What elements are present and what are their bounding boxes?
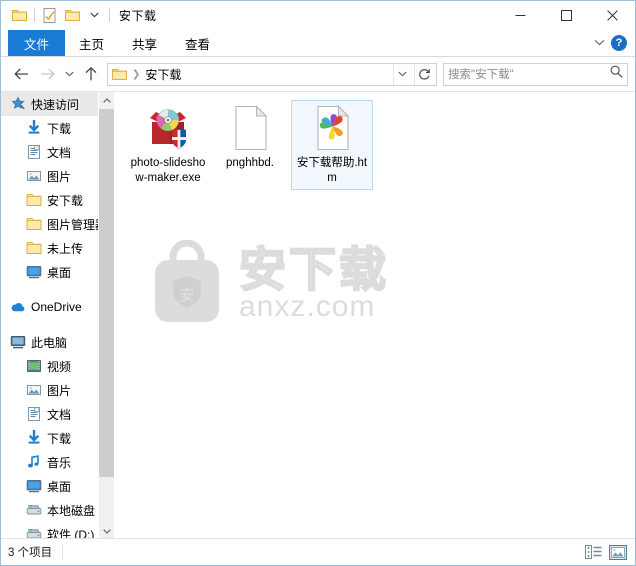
breadcrumb-current[interactable]: 安下载	[145, 66, 181, 83]
desktop-icon	[26, 478, 42, 494]
sidebar-item-label: 下载	[47, 121, 72, 136]
breadcrumb-separator[interactable]: ❯	[132, 69, 140, 80]
watermark-brand-cn: 安下载	[238, 243, 389, 296]
download-icon	[26, 120, 42, 136]
sidebar-item-label: 安下载	[47, 193, 84, 208]
up-button[interactable]	[78, 61, 104, 87]
chevron-up-icon[interactable]	[99, 92, 114, 108]
back-button[interactable]	[8, 61, 34, 87]
desktop-icon	[26, 264, 42, 280]
status-divider	[62, 544, 64, 559]
explorer-body: 快速访问 下载 文档 图片 安下载 图片管理器 未上传 桌面 OneDrive 此电脑 视频 图片 文档…	[1, 91, 635, 538]
file-list-pane[interactable]: photo-slideshow-maker.exe pnghhbd. 安下载帮助.h…	[115, 92, 635, 538]
title-bar: 安下载	[1, 1, 635, 29]
quick-access-toolbar	[8, 1, 114, 29]
search-placeholder: 搜索"安下载"	[448, 69, 514, 81]
help-icon[interactable]: ?	[611, 35, 627, 51]
watermark-text-block: 安下载 anxz.com	[238, 243, 389, 323]
sidebar-item-label: 桌面	[47, 265, 72, 280]
tab-view[interactable]: 查看	[171, 30, 224, 56]
folder-icon	[26, 192, 42, 208]
details-view-icon[interactable]	[584, 543, 602, 561]
chevron-down-icon[interactable]	[594, 37, 605, 49]
address-bar: ❯ 安下载 搜索"安下载"	[1, 57, 635, 91]
item-count-label: 3 个项目	[8, 546, 53, 559]
pictures-icon	[26, 382, 42, 398]
search-input[interactable]: 搜索"安下载"	[443, 62, 628, 86]
search-icon[interactable]	[610, 65, 623, 83]
sidebar-item-label: 快速访问	[31, 97, 80, 112]
forward-button[interactable]	[34, 61, 60, 87]
sidebar-item-label: 音乐	[47, 455, 72, 470]
sidebar-item-label: 文档	[47, 407, 72, 422]
window-title: 安下载	[119, 8, 157, 23]
tab-share[interactable]: 共享	[118, 30, 171, 56]
ribbon-tab-strip: 文件 主页 共享 查看 ?	[1, 29, 635, 57]
view-mode-buttons	[584, 539, 627, 565]
sidebar-item-label: 下载	[47, 431, 72, 446]
pictures-icon	[26, 168, 42, 184]
file-item-label: photo-slideshow-maker.exe	[130, 157, 206, 184]
file-items: photo-slideshow-maker.exe pnghhbd. 安下载帮助.h…	[115, 92, 635, 190]
download-icon	[26, 430, 42, 446]
window-controls	[497, 1, 635, 29]
document-icon	[26, 406, 42, 422]
folder-icon[interactable]	[8, 4, 30, 26]
large-icons-view-icon[interactable]	[609, 543, 627, 561]
close-button[interactable]	[589, 1, 635, 29]
new-folder-icon[interactable]	[61, 4, 83, 26]
folder-icon	[26, 216, 42, 232]
status-bar: 3 个项目	[1, 538, 635, 564]
html-pinwheel-icon	[308, 104, 356, 152]
this-pc-icon	[10, 334, 26, 350]
blank-document-icon	[226, 104, 274, 152]
sidebar-item-label: 此电脑	[31, 335, 68, 350]
scrollbar-thumb[interactable]	[99, 109, 114, 477]
maximize-button[interactable]	[543, 1, 589, 29]
sidebar-item-label: OneDrive	[31, 300, 82, 314]
sidebar-item-label: 图片	[47, 169, 72, 184]
drive-icon	[26, 526, 42, 538]
toolbar-divider	[34, 8, 35, 22]
toolbar-divider-2	[109, 8, 110, 22]
star-pin-icon	[10, 96, 26, 112]
sidebar-item-label: 图片	[47, 383, 72, 398]
file-item-label: pnghhbd.	[226, 157, 274, 169]
file-item-label: 安下载帮助.htm	[296, 157, 368, 184]
address-dropdown-icon[interactable]	[393, 63, 411, 85]
chevron-down-icon[interactable]	[99, 523, 114, 538]
breadcrumb-folder-icon[interactable]	[112, 68, 127, 81]
sidebar-item-label: 视频	[47, 359, 72, 374]
sidebar-item-label: 软件 (D:)	[47, 527, 95, 539]
chevron-down-icon[interactable]	[83, 4, 105, 26]
navigation-pane: 快速访问 下载 文档 图片 安下载 图片管理器 未上传 桌面 OneDrive 此电脑 视频 图片 文档…	[1, 92, 115, 538]
videos-icon	[26, 358, 42, 374]
onedrive-icon	[10, 299, 26, 315]
file-explorer-window: 安下载 文件 主页 共享 查看 ? ❯ 安下载 搜索"安下载" 快速访问 下载 …	[0, 0, 636, 566]
document-icon	[26, 144, 42, 160]
folder-icon	[26, 240, 42, 256]
site-watermark: 安 安下载 anxz.com	[143, 240, 389, 328]
sidebar-item-label: 文档	[47, 145, 72, 160]
svg-text:安: 安	[179, 287, 194, 304]
installer-package-icon	[144, 104, 192, 152]
watermark-badge-icon: 安	[155, 240, 219, 322]
checklist-icon[interactable]	[39, 4, 61, 26]
navigation-scrollbar[interactable]	[98, 92, 114, 538]
tab-home[interactable]: 主页	[65, 30, 118, 56]
recent-locations-button[interactable]	[60, 61, 78, 87]
file-item-2[interactable]: 安下载帮助.htm	[291, 100, 373, 190]
tab-file[interactable]: 文件	[8, 30, 66, 56]
refresh-icon[interactable]	[414, 63, 434, 85]
file-item-0[interactable]: photo-slideshow-maker.exe	[127, 100, 209, 190]
ribbon-right-controls: ?	[594, 29, 631, 57]
sidebar-item-label: 未上传	[47, 241, 84, 256]
music-icon	[26, 454, 42, 470]
file-item-1[interactable]: pnghhbd.	[209, 100, 291, 190]
watermark-brand-url: anxz.com	[239, 290, 376, 323]
minimize-button[interactable]	[497, 1, 543, 29]
drive-icon	[26, 502, 42, 518]
address-input[interactable]: ❯ 安下载	[107, 62, 437, 86]
sidebar-item-label: 桌面	[47, 479, 72, 494]
